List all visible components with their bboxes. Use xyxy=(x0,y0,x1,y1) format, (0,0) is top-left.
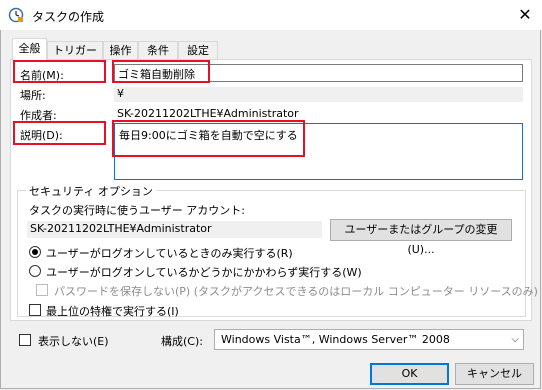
configure-select[interactable]: Windows Vista™, Windows Server™ 2008 ⌵ xyxy=(214,329,524,350)
tab-actions[interactable]: 操作 xyxy=(103,41,138,59)
configure-value: Windows Vista™, Windows Server™ 2008 xyxy=(221,333,450,346)
highest-privileges-label[interactable]: 最上位の特権で実行する(I) xyxy=(46,303,179,319)
logged-on-radio-label[interactable]: ユーザーがログオンしているときのみ実行する(R) xyxy=(46,245,293,261)
highest-privileges-checkbox[interactable] xyxy=(29,304,41,316)
tab-conditions[interactable]: 条件 xyxy=(138,41,178,59)
account-prompt: タスクの実行時に使うユーザー アカウント: xyxy=(29,204,245,217)
window-title: タスクの作成 xyxy=(32,10,105,24)
chevron-down-icon: ⌵ xyxy=(511,334,519,345)
hidden-label[interactable]: 表示しない(E) xyxy=(38,333,109,349)
author-value: SK-20211202LTHE¥Administrator xyxy=(117,107,299,120)
security-options-title: セキュリティ オプション xyxy=(26,183,156,199)
whether-logged-on-radio-label[interactable]: ユーザーがログオンしているかどうかにかかわらず実行する(W) xyxy=(46,264,362,280)
tab-general[interactable]: 全般 xyxy=(12,38,47,60)
task-scheduler-icon xyxy=(8,7,24,23)
cancel-button[interactable]: キャンセル xyxy=(455,363,534,385)
whether-logged-on-radio[interactable] xyxy=(29,265,41,277)
no-store-password-checkbox[interactable] xyxy=(36,284,48,296)
description-label: 説明(D): xyxy=(20,129,63,142)
ok-button[interactable]: OK xyxy=(370,363,449,385)
account-value: SK-20211202LTHE¥Administrator xyxy=(27,221,322,238)
location-label: 場所: xyxy=(20,89,46,102)
logged-on-radio[interactable] xyxy=(29,246,41,258)
location-value: ¥ xyxy=(114,87,523,102)
name-value: ゴミ箱自動削除 xyxy=(118,68,195,81)
hidden-checkbox[interactable] xyxy=(19,334,31,346)
close-icon[interactable]: ✕ xyxy=(514,5,536,25)
tab-settings[interactable]: 設定 xyxy=(178,41,218,59)
tab-triggers[interactable]: トリガー xyxy=(47,41,103,59)
description-value: 毎日9:00にゴミ箱を自動で空にする xyxy=(119,129,298,142)
name-label: 名前(M): xyxy=(20,69,64,82)
configure-label: 構成(C): xyxy=(161,335,203,348)
no-store-password-label[interactable]: パスワードを保存しない(P) (タスクがアクセスできるのはローカル コンピュータ… xyxy=(54,283,538,299)
change-user-button[interactable]: ユーザーまたはグループの変更(U)... xyxy=(330,219,512,256)
